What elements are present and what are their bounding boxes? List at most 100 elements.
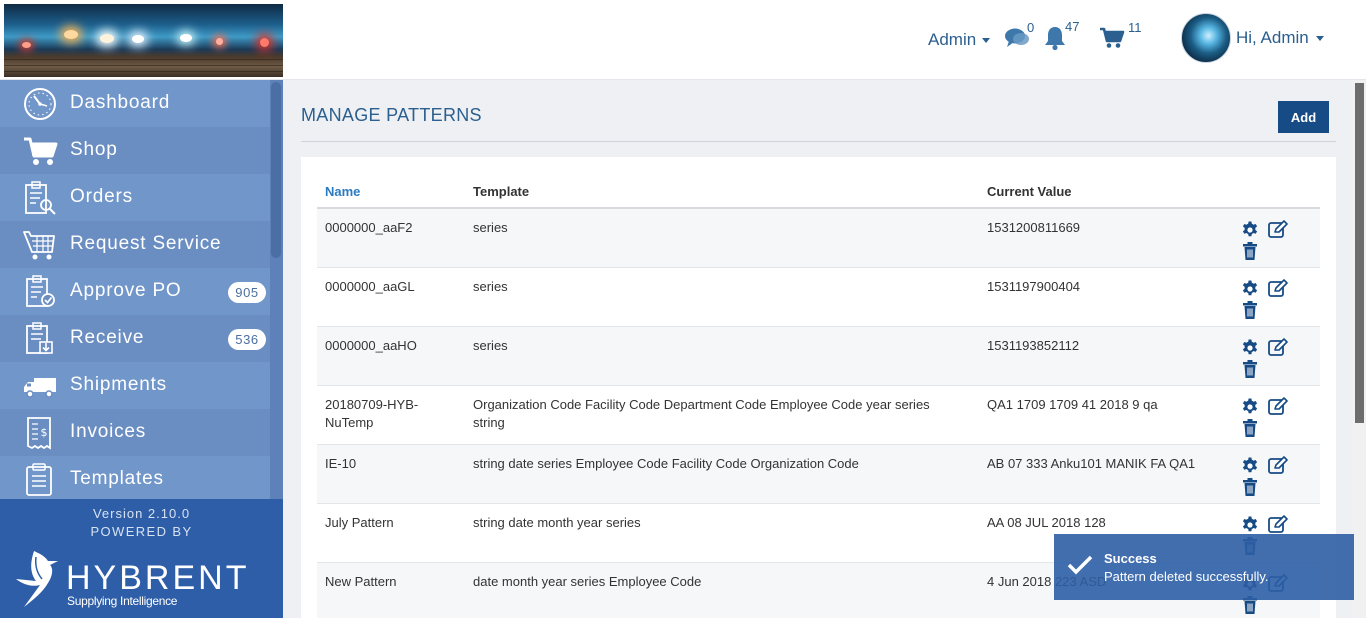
sidebar-item-invoices[interactable]: $ Invoices <box>0 409 270 456</box>
delete-trash-icon[interactable] <box>1242 419 1258 437</box>
pattern-name-cell: IE-10 <box>325 456 357 471</box>
sidebar-item-label: Shipments <box>70 374 167 395</box>
templates-icon <box>22 463 58 497</box>
pattern-template-cell: string date series Employee Code Facilit… <box>473 456 859 471</box>
sidebar-item-label: Orders <box>70 186 133 207</box>
sidebar-scrollbar[interactable] <box>270 80 283 499</box>
column-header-template: Template <box>473 184 530 199</box>
sidebar-item-label: Receive <box>70 327 145 348</box>
settings-gear-icon[interactable] <box>1241 339 1259 357</box>
brand-name: HYBRENT <box>66 559 250 597</box>
pattern-name-cell: 0000000_aaHO <box>325 338 417 353</box>
pattern-current-value-cell: 1531200811669 <box>987 220 1081 235</box>
pattern-name-cell: New Pattern <box>325 574 397 589</box>
edit-icon[interactable] <box>1268 338 1288 356</box>
receive-icon <box>22 322 58 356</box>
pattern-name-cell: 0000000_aaF2 <box>325 220 413 235</box>
sidebar-item-label: Approve PO <box>70 280 182 301</box>
edit-icon[interactable] <box>1268 397 1288 415</box>
delete-trash-icon[interactable] <box>1242 301 1258 319</box>
table-row: 0000000_aaF2 series 1531200811669 <box>317 209 1320 268</box>
admin-menu-dropdown[interactable]: Admin <box>928 30 991 50</box>
cart-count: 11 <box>1128 20 1142 35</box>
notifications-count: 47 <box>1065 19 1080 34</box>
avatar[interactable] <box>1181 13 1231 63</box>
sidebar-item-receive[interactable]: Receive 536 <box>0 315 270 362</box>
sidebar-item-templates[interactable]: Templates <box>0 456 270 503</box>
edit-icon[interactable] <box>1268 279 1288 297</box>
svg-text:$: $ <box>41 426 48 439</box>
pattern-template-cell: date month year series Employee Code <box>473 574 702 589</box>
cart-icon <box>22 134 58 168</box>
settings-gear-icon[interactable] <box>1241 516 1259 534</box>
receive-count-badge: 536 <box>228 329 266 350</box>
delete-trash-icon[interactable] <box>1242 360 1258 378</box>
sidebar-item-dashboard[interactable]: Dashboard <box>0 80 270 127</box>
success-toast[interactable]: Success Pattern deleted successfully. <box>1054 534 1354 600</box>
pattern-current-value-cell: QA1 1709 1709 41 2018 9 qa <box>987 397 1158 412</box>
pattern-current-value-cell: 1531193852112 <box>987 338 1080 353</box>
banner-logo-image[interactable] <box>4 4 283 77</box>
sidebar-scroll-thumb[interactable] <box>271 82 281 258</box>
checkmark-icon <box>1067 554 1093 581</box>
sidebar-item-request-service[interactable]: Request Service <box>0 221 270 268</box>
chevron-down-icon <box>982 37 991 43</box>
sidebar-item-label: Shop <box>70 139 118 160</box>
truck-icon <box>22 369 58 403</box>
edit-icon[interactable] <box>1268 456 1288 474</box>
pattern-template-cell: series <box>473 279 508 294</box>
settings-gear-icon[interactable] <box>1241 280 1259 298</box>
orders-icon <box>22 181 58 215</box>
brand-tagline: Supplying Intelligence <box>67 594 178 608</box>
pattern-template-cell: series <box>473 220 508 235</box>
chevron-down-icon <box>1315 35 1324 41</box>
pattern-current-value-cell: 1531197900404 <box>987 279 1081 294</box>
settings-gear-icon[interactable] <box>1241 221 1259 239</box>
bell-icon <box>1043 25 1067 51</box>
powered-by-text: POWERED BY <box>90 524 193 539</box>
dashboard-icon <box>22 87 58 121</box>
edit-icon[interactable] <box>1268 515 1288 533</box>
shopping-cart-icon <box>1099 27 1125 49</box>
sidebar-item-shop[interactable]: Shop <box>0 127 270 174</box>
column-header-current-value: Current Value <box>987 184 1072 199</box>
invoice-icon: $ <box>22 416 58 450</box>
pattern-current-value-cell: AB 07 333 Anku101 MANIK FA QA1 <box>987 456 1196 471</box>
settings-gear-icon[interactable] <box>1241 457 1259 475</box>
pattern-template-cell: Organization Code Facility Code Departme… <box>473 397 930 430</box>
pattern-template-cell: string date month year series <box>473 515 641 530</box>
cart-button[interactable] <box>1099 27 1125 49</box>
sidebar-item-orders[interactable]: Orders <box>0 174 270 221</box>
version-text: Version 2.10.0 <box>92 506 191 521</box>
toast-title: Success <box>1104 551 1157 566</box>
greeting-label: Hi, Admin <box>1236 28 1309 47</box>
top-header: Admin 0 47 11 Hi, Admin <box>0 0 1366 80</box>
sidebar-item-label: Templates <box>70 468 164 489</box>
admin-menu-label: Admin <box>928 30 977 49</box>
table-row: 0000000_aaGL series 1531197900404 <box>317 268 1320 327</box>
profile-menu-dropdown[interactable]: Hi, Admin <box>1236 28 1324 48</box>
sidebar-item-label: Dashboard <box>70 92 171 113</box>
sidebar-item-label: Invoices <box>70 421 147 442</box>
table-row: 0000000_aaHO series 1531193852112 <box>317 327 1320 386</box>
delete-trash-icon[interactable] <box>1242 478 1258 496</box>
messages-count: 0 <box>1027 20 1035 35</box>
settings-gear-icon[interactable] <box>1241 398 1259 416</box>
hybrent-bird-logo-icon <box>10 549 60 611</box>
toast-message: Pattern deleted successfully. <box>1104 569 1269 584</box>
sidebar-item-approve-po[interactable]: Approve PO 905 <box>0 268 270 315</box>
pattern-name-cell: 0000000_aaGL <box>325 279 415 294</box>
page-title: MANAGE PATTERNS <box>301 105 482 125</box>
notifications-button[interactable] <box>1043 25 1067 51</box>
sidebar-footer: Version 2.10.0 POWERED BY HYBRENT Supply… <box>0 499 283 618</box>
add-pattern-button[interactable]: Add <box>1278 101 1329 133</box>
sidebar-item-shipments[interactable]: Shipments <box>0 362 270 409</box>
page-scrollbar[interactable] <box>1353 80 1366 618</box>
page-scroll-thumb[interactable] <box>1355 83 1364 423</box>
pattern-current-value-cell: AA 08 JUL 2018 128 <box>987 515 1106 530</box>
edit-icon[interactable] <box>1268 220 1288 238</box>
pattern-name-cell: 20180709-HYB-NuTemp <box>325 397 419 430</box>
delete-trash-icon[interactable] <box>1242 242 1258 260</box>
column-header-name[interactable]: Name <box>325 184 360 199</box>
table-row: 20180709-HYB-NuTemp Organization Code Fac… <box>317 386 1320 445</box>
